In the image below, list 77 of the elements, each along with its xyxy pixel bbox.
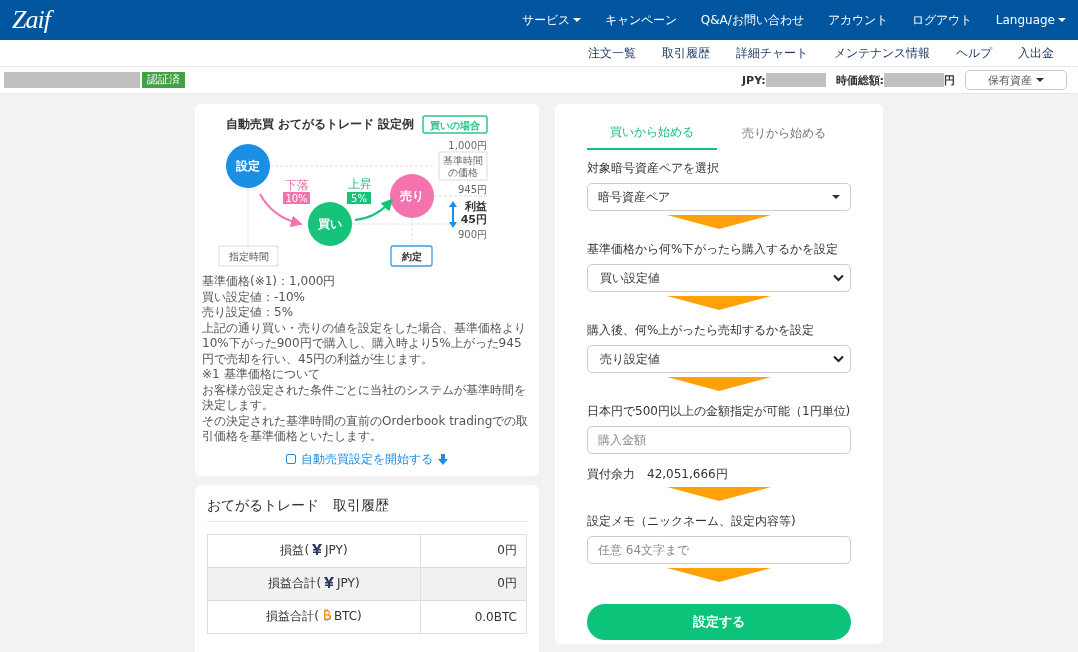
price-label: 1,000円 — [448, 140, 487, 151]
field-label: 対象暗号資産ペアを選択 — [587, 160, 720, 177]
caret-icon — [1036, 78, 1044, 82]
base-time-label: 基準時間 の価格 — [438, 151, 488, 181]
note-text: 売り設定値：5% — [202, 305, 295, 321]
total-label: 時価総額: — [835, 72, 884, 88]
table-cell: 0.0BTC — [420, 600, 527, 633]
yen-unit: 円 — [944, 72, 955, 88]
select-field[interactable]: 売り設定値 — [587, 345, 851, 373]
step-arrow-icon — [667, 487, 771, 501]
fill-label: 約定 — [390, 245, 433, 267]
note-text: 上記の通り買い・売りの値を設定をした場合、基準価格より10%下がった900円で購入し、購入時より5%上がった945円で売却を行い、45円の利益が生じます。 — [202, 320, 527, 367]
subnav-link[interactable]: 詳細チャート — [710, 44, 808, 62]
nav-link[interactable]: Language — [983, 11, 1066, 29]
subnav-link[interactable]: 入出金 — [992, 44, 1054, 62]
pair-dropdown[interactable]: 暗号資産ペア — [587, 183, 851, 211]
note-text: お客様が設定された条件ごとに当社のシステムが基準時間を決定します。 — [202, 382, 527, 414]
bitcoin-icon — [321, 609, 331, 621]
table-cell: 損益合計( JPY) — [207, 567, 421, 600]
verified-badge: 認証済 — [142, 72, 185, 88]
yen-icon — [324, 577, 335, 588]
change-label: 下落 10% — [283, 178, 310, 204]
caret-icon — [572, 18, 581, 22]
chevron-down-icon — [833, 274, 844, 282]
nav-link[interactable]: サービス — [509, 11, 593, 29]
select-field[interactable]: 買い設定値 — [587, 264, 851, 292]
profit-label: 利益 — [465, 200, 487, 213]
table-cell: 0円 — [420, 534, 527, 567]
profit-label: 45円 — [460, 213, 487, 226]
price-label: 900円 — [457, 229, 487, 240]
subnav-link[interactable]: ヘルプ — [930, 44, 992, 62]
note-text: ※1 基準価格について — [202, 367, 321, 383]
profit-arrow — [449, 201, 457, 228]
subnav-link[interactable]: メンテナンス情報 — [808, 44, 930, 62]
step-arrow-icon — [667, 377, 771, 391]
start-setup-link[interactable]: 自動売買設定を開始する — [286, 450, 448, 468]
step-arrow-icon — [667, 296, 771, 310]
history-title: おてがるトレード 取引履歴 — [207, 496, 527, 522]
nav-link[interactable]: キャンペーン — [592, 11, 689, 29]
masked-value — [884, 73, 944, 87]
note-text: 買い設定値：-10% — [202, 289, 306, 305]
input-field[interactable]: 購入金額 — [587, 426, 851, 454]
field-label: 基準価格から何%下がったら購入するかを設定 — [587, 241, 840, 258]
nav-link[interactable]: Q&A/お問い合わせ — [688, 11, 816, 29]
time-label: 指定時間 — [218, 245, 279, 267]
diagram-title: 自動売買 おてがるトレード 設定例 — [226, 117, 415, 131]
subnav-link[interactable]: 注文一覧 — [562, 44, 636, 62]
input-field[interactable]: 任意 64文字まで — [587, 536, 851, 564]
buying-power-text: 買付余力 42,051,666円 — [587, 466, 729, 483]
field-label: 購入後、何%上がったら売却するかを設定 — [587, 322, 816, 339]
field-label: 設定メモ（ニックネーム、設定内容等) — [587, 513, 797, 530]
down-arrow-icon — [438, 453, 448, 465]
jpy-label: JPY: — [742, 73, 766, 87]
flow-node: 買い — [308, 202, 352, 246]
flow-node: 設定 — [226, 144, 270, 188]
assets-dropdown-button[interactable]: 保有資産 — [965, 70, 1067, 90]
masked-value — [765, 73, 826, 87]
note-text: その決定された基準時間の直前のOrderbook tradingでの取引価格を基準価格といたします。 — [202, 413, 530, 445]
table-cell: 損益合計( BTC) — [207, 600, 421, 633]
caret-icon — [832, 195, 840, 199]
step-arrow-icon — [667, 568, 771, 582]
flow-node: 売り — [390, 174, 434, 218]
nav-link[interactable]: ログアウト — [899, 11, 984, 29]
table-cell: 0円 — [420, 567, 527, 600]
table-cell: 損益( JPY) — [207, 534, 421, 567]
yen-icon — [312, 544, 323, 555]
nav-link[interactable]: アカウント — [815, 11, 900, 29]
subnav-link[interactable]: 取引履歴 — [636, 44, 710, 62]
price-label: 945円 — [457, 184, 487, 195]
caret-icon — [1058, 18, 1066, 22]
note-text: 基準価格(※1)：1,000円 — [202, 274, 337, 290]
chevron-down-icon — [833, 355, 844, 363]
change-label: 上昇 5% — [347, 177, 372, 204]
tab[interactable]: 売りから始める — [719, 116, 849, 150]
field-label: 日本円で500円以上の金額指定が可能（1円単位) — [587, 403, 851, 420]
case-badge: 買いの場合 — [422, 115, 488, 134]
step-arrow-icon — [667, 215, 771, 229]
